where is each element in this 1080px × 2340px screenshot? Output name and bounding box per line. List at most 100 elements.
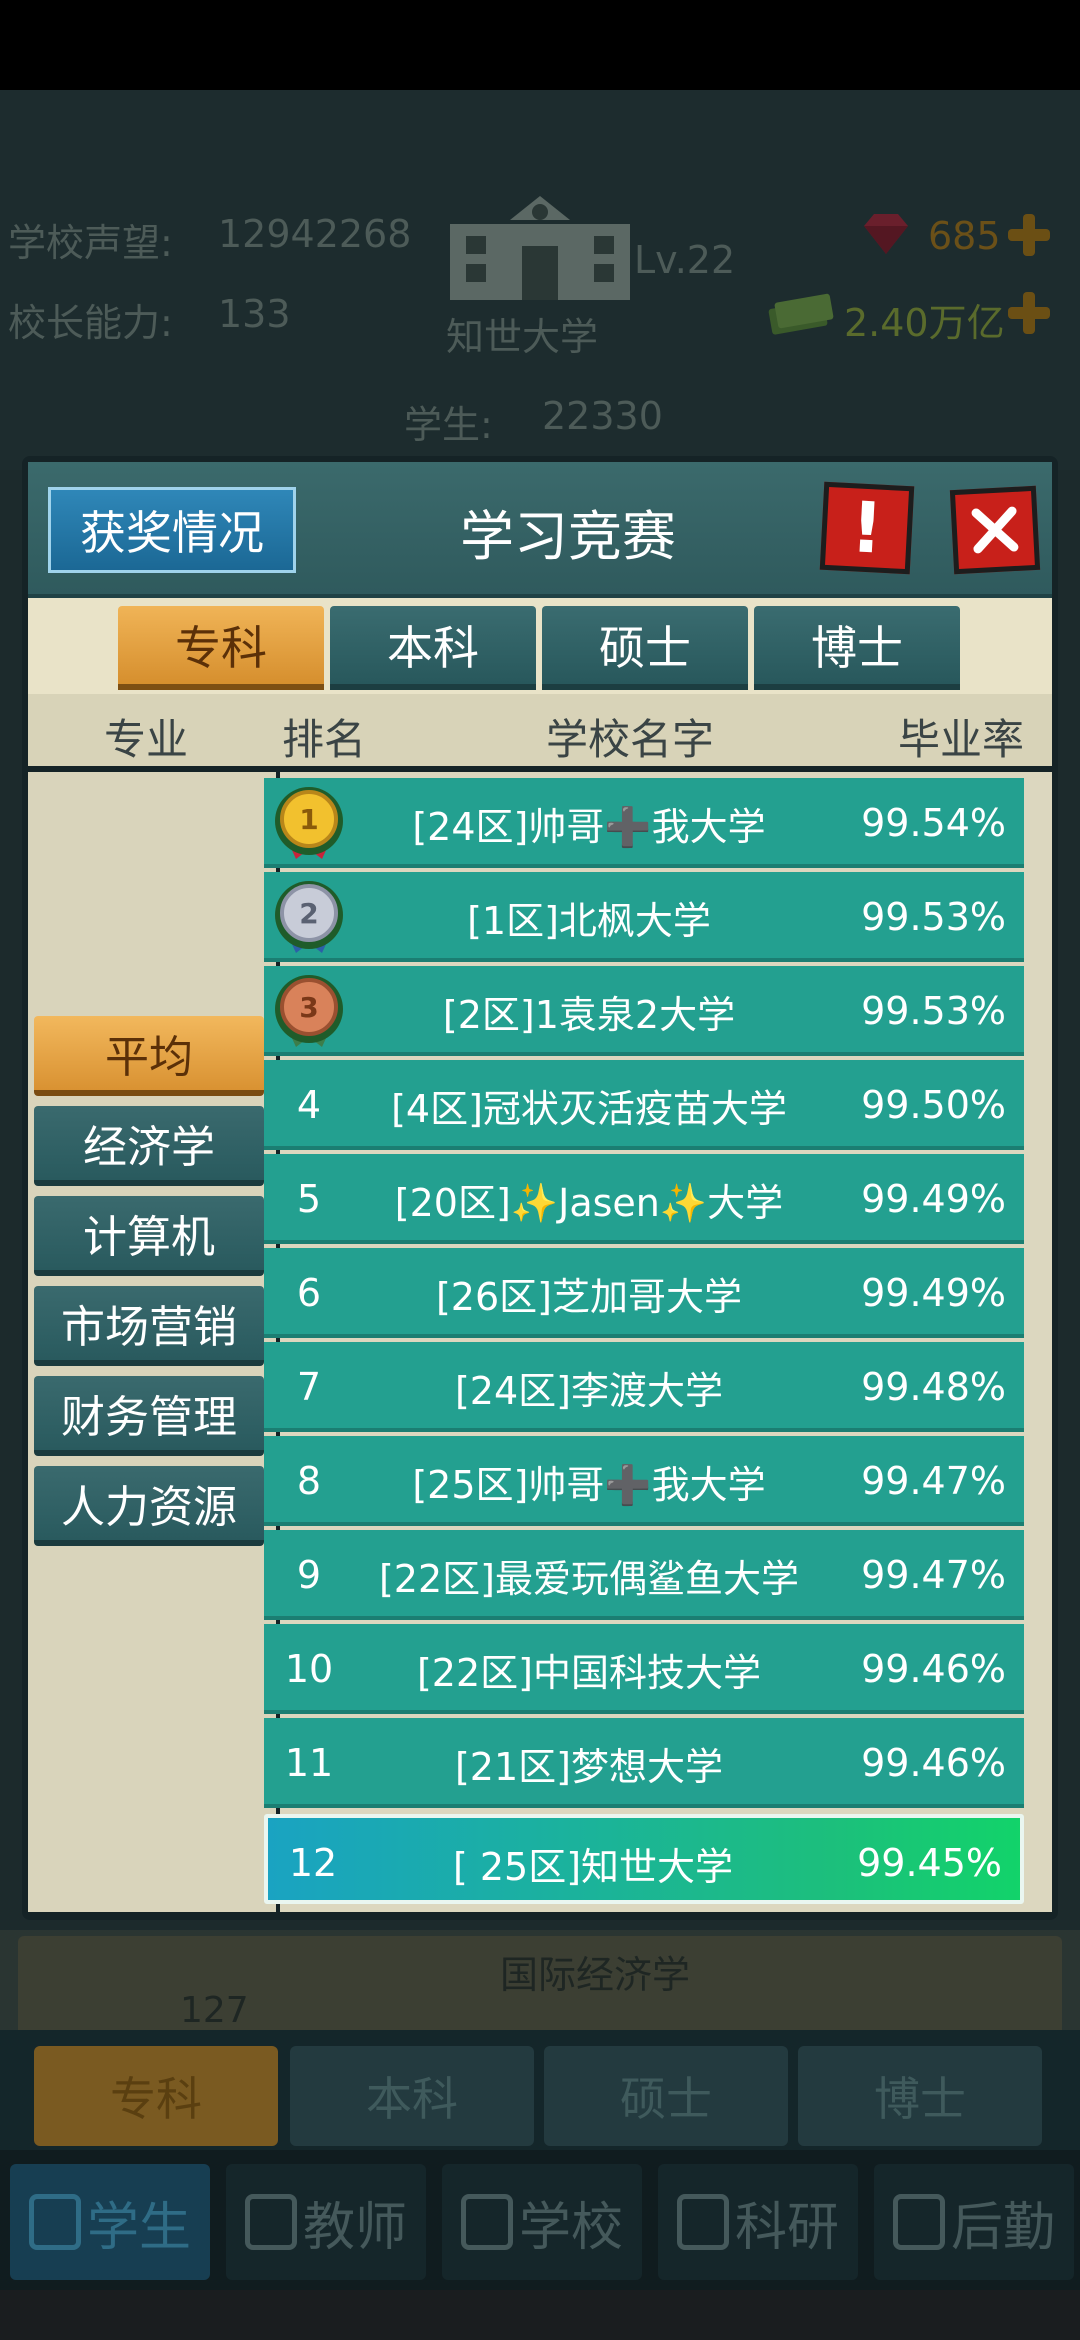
- tab-master[interactable]: 硕士: [542, 606, 748, 690]
- svg-text:1: 1: [299, 803, 318, 836]
- award-status-button[interactable]: 获奖情况: [48, 487, 296, 573]
- column-graduation-rate: 毕业率: [898, 715, 1025, 764]
- modal-title: 学习竞赛: [460, 505, 676, 568]
- school-name-cell: [22区]最爱玩偶鲨鱼大学: [378, 1556, 799, 1601]
- close-icon: [971, 506, 1019, 554]
- rate-cell: 99.48%: [861, 1365, 1006, 1409]
- bg-tab-associate[interactable]: 专科: [34, 2046, 278, 2146]
- close-button[interactable]: [949, 485, 1041, 575]
- major-average[interactable]: 平均: [34, 1016, 264, 1096]
- nav-research-label: 科研: [734, 2197, 839, 2258]
- tab-associate[interactable]: 专科: [118, 606, 324, 690]
- major-marketing[interactable]: 市场营销: [34, 1286, 264, 1366]
- ranking-row[interactable]: 5 [20区]✨Jasen✨大学 99.49%: [264, 1154, 1024, 1244]
- bg-tab-doctor[interactable]: 博士: [798, 2046, 1042, 2146]
- rate-cell: 99.54%: [861, 801, 1006, 845]
- school-name-cell: [1区]北枫大学: [467, 898, 711, 943]
- rate-cell: 99.53%: [861, 989, 1006, 1033]
- school-name-cell: [21区]梦想大学: [454, 1744, 723, 1789]
- ranking-row[interactable]: 11 [21区]梦想大学 99.46%: [264, 1718, 1024, 1808]
- major-economics[interactable]: 经济学: [34, 1106, 264, 1186]
- column-rank: 排名: [282, 715, 367, 764]
- course-name: 国际经济学: [500, 1953, 691, 1997]
- ranking-row[interactable]: 7 [24区]李渡大学 99.48%: [264, 1342, 1024, 1432]
- own-school-row[interactable]: 12 [ 25区]知世大学 99.45%: [264, 1814, 1024, 1904]
- ranking-row[interactable]: 10 [22区]中国科技大学 99.46%: [264, 1624, 1024, 1714]
- add-gems-button[interactable]: [1006, 212, 1052, 258]
- school-name-cell: [20区]✨Jasen✨大学: [394, 1180, 784, 1225]
- nav-school[interactable]: 学校: [442, 2164, 642, 2280]
- exclamation-icon: !: [848, 486, 886, 570]
- bg-tab-bachelor[interactable]: 本科: [290, 2046, 534, 2146]
- nav-school-label: 学校: [518, 2197, 623, 2258]
- school-name-cell: [24区]帅哥➕我大学: [412, 804, 766, 849]
- ranking-row[interactable]: 1 [24区]帅哥➕我大学 99.54%: [264, 778, 1024, 868]
- reputation-label: 学校声望:: [8, 221, 173, 265]
- rank-cell: 3: [264, 966, 354, 1056]
- course-count: 127: [180, 1990, 249, 2031]
- rank-cell: 11: [284, 1741, 334, 1785]
- bg-tab-master[interactable]: 硕士: [544, 2046, 788, 2146]
- rank-cell: 5: [296, 1177, 322, 1221]
- money-amount: 2.40万亿: [844, 301, 1005, 345]
- column-school: 学校名字: [546, 715, 715, 764]
- ranking-row[interactable]: 2 [1区]北枫大学 99.53%: [264, 872, 1024, 962]
- ranking-row[interactable]: 8 [25区]帅哥➕我大学 99.47%: [264, 1436, 1024, 1526]
- ability-value: 133: [218, 292, 291, 336]
- ranking-row[interactable]: 4 [4区]冠状灭活疫苗大学 99.50%: [264, 1060, 1024, 1150]
- school-name-cell: [24区]李渡大学: [454, 1368, 723, 1413]
- rate-cell: 99.50%: [861, 1083, 1006, 1127]
- nav-logistics[interactable]: 后勤: [874, 2164, 1074, 2280]
- school-building-icon[interactable]: [450, 190, 630, 300]
- rank-cell: 6: [296, 1271, 322, 1315]
- ranking-row[interactable]: 9 [22区]最爱玩偶鲨鱼大学 99.47%: [264, 1530, 1024, 1620]
- gem-icon: [864, 214, 908, 254]
- teacher-icon: [244, 2194, 297, 2250]
- rate-cell: 99.49%: [861, 1271, 1006, 1315]
- major-hr[interactable]: 人力资源: [34, 1466, 264, 1546]
- info-alert-button[interactable]: !: [819, 481, 915, 575]
- students-value: 22330: [542, 394, 663, 438]
- add-money-button[interactable]: [1006, 290, 1052, 336]
- gold-medal-icon: 1: [275, 787, 343, 859]
- rate-cell: 99.46%: [861, 1741, 1006, 1785]
- svg-text:3: 3: [299, 991, 318, 1024]
- rank-cell: 8: [296, 1459, 322, 1503]
- ranking-row[interactable]: 6 [26区]芝加哥大学 99.49%: [264, 1248, 1024, 1338]
- school-name: 知世大学: [446, 315, 599, 359]
- rank-cell: 2: [264, 872, 354, 962]
- rank-cell: 4: [296, 1083, 322, 1127]
- rank-cell: 1: [264, 778, 354, 868]
- nav-research[interactable]: 科研: [658, 2164, 858, 2280]
- nav-students[interactable]: 学生: [10, 2164, 210, 2280]
- school-icon: [460, 2194, 513, 2250]
- ranking-row[interactable]: 3 [2区]1袁泉2大学 99.53%: [264, 966, 1024, 1056]
- school-name-cell: [2区]1袁泉2大学: [442, 992, 736, 1037]
- money-icon: [768, 293, 834, 335]
- column-major: 专业: [104, 715, 189, 764]
- ability-label: 校长能力:: [8, 301, 173, 345]
- game-screen: 学校声望: 12942268 校长能力: 133 Lv.22 知世大学 学生: …: [0, 0, 1080, 2340]
- tab-doctor[interactable]: 博士: [754, 606, 960, 690]
- flask-icon: [676, 2194, 729, 2250]
- tab-bachelor[interactable]: 本科: [330, 606, 536, 690]
- silver-medal-icon: 2: [275, 881, 343, 953]
- school-level: Lv.22: [634, 238, 736, 282]
- rate-cell: 99.47%: [861, 1459, 1006, 1503]
- nav-students-label: 学生: [86, 2197, 191, 2258]
- major-computer[interactable]: 计算机: [34, 1196, 264, 1276]
- school-name-cell: [4区]冠状灭活疫苗大学: [391, 1086, 787, 1131]
- gem-count: 685: [928, 214, 1001, 258]
- nav-teachers-label: 教师: [302, 2197, 407, 2258]
- rank-cell: 10: [284, 1647, 334, 1691]
- school-name-cell: [22区]中国科技大学: [416, 1650, 761, 1695]
- rate-cell: 99.53%: [861, 895, 1006, 939]
- nav-teachers[interactable]: 教师: [226, 2164, 426, 2280]
- school-name-cell: [26区]芝加哥大学: [435, 1274, 742, 1319]
- major-finance[interactable]: 财务管理: [34, 1376, 264, 1456]
- students-label: 学生:: [404, 403, 493, 447]
- bronze-medal-icon: 3: [275, 975, 343, 1047]
- nav-logistics-label: 后勤: [950, 2197, 1055, 2258]
- rate-cell: 99.45%: [857, 1841, 1002, 1885]
- school-name-cell: [ 25区]知世大学: [452, 1844, 734, 1889]
